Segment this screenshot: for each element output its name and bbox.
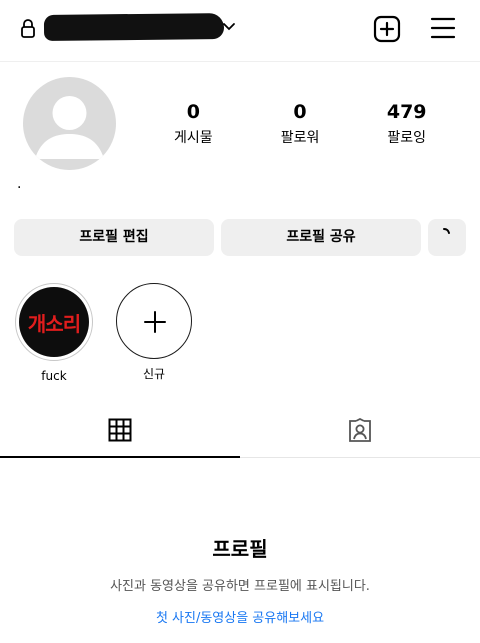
new-highlight[interactable]: 신규 (115, 283, 193, 382)
default-avatar-icon (35, 96, 104, 159)
highlight-label: fuck (41, 369, 67, 383)
discover-people-button[interactable] (428, 219, 466, 256)
stat-followers[interactable]: 0 팔로워 (247, 100, 354, 150)
chevron-down-icon[interactable] (222, 22, 236, 32)
stat-label: 팔로워 (280, 130, 320, 146)
share-profile-button[interactable]: 프로필 공유 (221, 219, 421, 256)
edit-profile-button[interactable]: 프로필 편집 (14, 219, 214, 256)
plus-square-icon[interactable] (373, 15, 401, 43)
empty-state-title: 프로필 (212, 537, 268, 561)
new-highlight-circle (116, 283, 192, 359)
tab-posts[interactable] (0, 408, 240, 458)
discover-people-icon (443, 228, 450, 234)
stat-following[interactable]: 479 팔로잉 (353, 100, 460, 150)
highlight-ring: 개소리 (15, 283, 93, 361)
lock-icon (21, 19, 35, 38)
stat-value: 479 (386, 101, 427, 123)
username-redacted[interactable] (43, 13, 225, 41)
stat-value: 0 (186, 101, 200, 123)
plus-icon (144, 311, 166, 333)
stat-label: 게시물 (174, 130, 213, 146)
story-highlight[interactable]: 개소리 fuck (15, 283, 93, 384)
hamburger-menu-icon[interactable] (430, 16, 456, 40)
tagged-person-icon (349, 418, 371, 442)
highlight-label: 신규 (142, 367, 166, 381)
profile-tabs (0, 408, 480, 458)
grid-icon (108, 418, 132, 442)
avatar[interactable] (23, 77, 116, 170)
stat-value: 0 (293, 101, 307, 123)
empty-state-description: 사진과 동영상을 공유하면 프로필에 표시됩니다. (110, 579, 370, 594)
share-first-photo-link[interactable]: 첫 사진/동영상을 공유해보세요 (0, 610, 480, 628)
header-divider (0, 61, 480, 62)
top-bar (0, 0, 480, 60)
stat-label: 팔로잉 (387, 130, 426, 146)
highlight-cover: 개소리 (19, 287, 89, 357)
tab-tagged[interactable] (240, 408, 480, 458)
bio-text: . (17, 176, 22, 192)
profile-stats: 0 게시물 0 팔로워 479 팔로잉 (140, 100, 460, 150)
stat-posts[interactable]: 0 게시물 (140, 100, 247, 150)
